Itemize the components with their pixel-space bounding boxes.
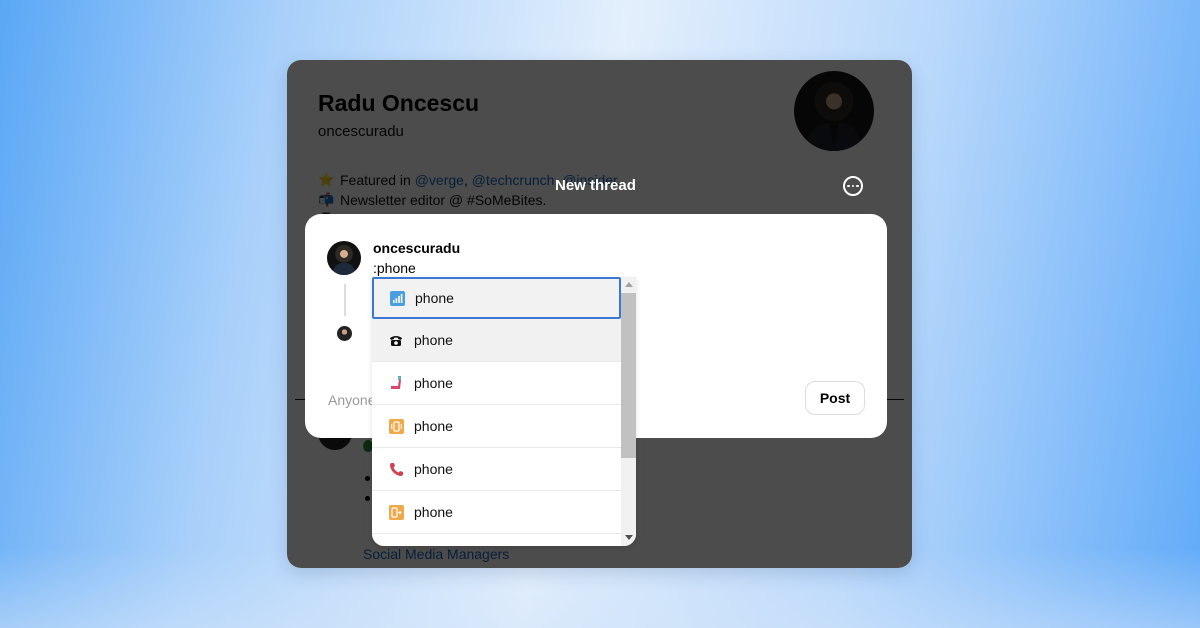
more-icon — [847, 184, 850, 188]
telephone-icon — [388, 332, 404, 348]
scroll-down-arrow-icon[interactable] — [625, 535, 633, 540]
emoji-suggestion-item[interactable]: phone — [372, 319, 621, 362]
telephone-receiver-icon — [388, 461, 404, 477]
scroll-thumb[interactable] — [621, 293, 636, 458]
composer-username: oncescuradu — [373, 240, 461, 256]
more-options-button[interactable] — [843, 176, 863, 196]
dropdown-scrollbar[interactable] — [621, 277, 636, 546]
thread-text-input[interactable]: :phone — [373, 260, 416, 276]
phone-off-hook-icon — [388, 375, 404, 391]
emoji-label: phone — [414, 332, 453, 348]
emoji-label: phone — [414, 461, 453, 477]
mobile-arrow-icon — [388, 504, 404, 520]
signal-bars-icon — [389, 290, 405, 306]
emoji-label: phone — [414, 504, 453, 520]
reply-permission-button[interactable]: Anyone — [328, 392, 375, 408]
scroll-up-arrow-icon[interactable] — [625, 282, 633, 287]
emoji-label: phone — [414, 375, 453, 391]
thread-connector-line — [344, 284, 346, 316]
emoji-suggestion-item[interactable]: phone — [372, 277, 621, 319]
emoji-suggestion-list: phone phone phone phone phone phone — [372, 277, 621, 534]
post-button[interactable]: Post — [805, 381, 865, 415]
add-to-thread-avatar[interactable] — [337, 326, 352, 341]
emoji-suggestion-item[interactable]: phone — [372, 362, 621, 405]
emoji-suggestion-dropdown: phone phone phone phone phone phone — [372, 277, 636, 546]
composer-avatar — [327, 241, 361, 275]
vibration-mode-icon — [388, 418, 404, 434]
emoji-label: phone — [414, 418, 453, 434]
modal-title: New thread — [555, 177, 636, 194]
emoji-suggestion-item[interactable]: phone — [372, 448, 621, 491]
emoji-label: phone — [415, 290, 454, 306]
emoji-suggestion-item[interactable]: phone — [372, 405, 621, 448]
emoji-suggestion-item[interactable]: phone — [372, 491, 621, 534]
